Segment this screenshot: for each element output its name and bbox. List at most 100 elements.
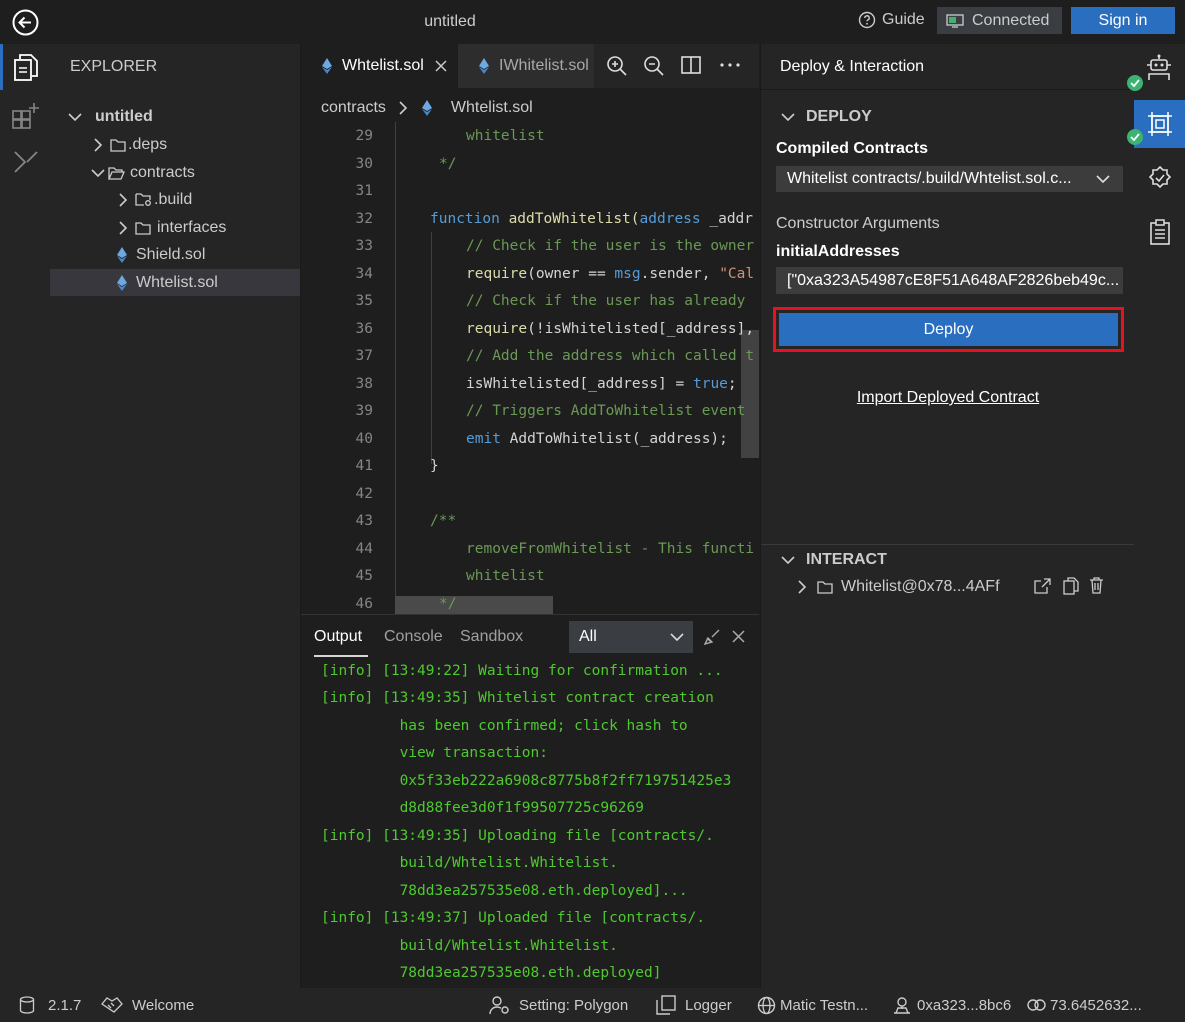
chevron-right-icon	[117, 192, 129, 208]
robot-icon[interactable]	[1146, 54, 1172, 82]
balance-item[interactable]: 73.6452632...	[1027, 988, 1142, 1022]
compiled-contracts-select[interactable]: Whitelist contracts/.build/Whtelist.sol.…	[776, 166, 1123, 192]
line-number: 39	[355, 402, 373, 419]
back-icon[interactable]	[12, 9, 39, 36]
code-line: 36 require(!isWhitelisted[_address],	[301, 315, 759, 342]
import-deployed-contract-link[interactable]: Import Deployed Contract	[761, 389, 1135, 407]
monitor-icon	[946, 13, 964, 28]
tab-console[interactable]: Console	[384, 628, 443, 646]
code-token: address	[639, 210, 701, 227]
source-control-icon[interactable]	[12, 148, 40, 176]
tree-item-build[interactable]: .build	[50, 186, 300, 213]
breadcrumb: contracts Whtelist.sol	[301, 96, 533, 120]
deploy-button[interactable]: Deploy	[779, 313, 1118, 346]
tree-item-shield[interactable]: Shield.sol	[50, 241, 300, 268]
code-line: 41}	[301, 452, 759, 479]
tree-item-whtelist[interactable]: Whtelist.sol	[50, 269, 300, 296]
initial-addresses-input[interactable]: ["0xa323A54987cE8F51A648AF2826beb49c...	[776, 267, 1123, 294]
code-line: 38 isWhitelisted[_address] = true;	[301, 370, 759, 397]
guide-button[interactable]: Guide	[858, 11, 925, 29]
tree-item-label: .deps	[128, 135, 168, 153]
chevron-down-icon	[780, 552, 796, 568]
argument-value: ["0xa323A54987cE8F51A648AF2826beb49c...	[787, 271, 1120, 289]
code-token: whitelist	[466, 567, 545, 584]
activity-bar	[0, 44, 50, 988]
deploy-section-label: DEPLOY	[806, 108, 872, 125]
tab-sandbox[interactable]: Sandbox	[460, 628, 523, 646]
setting-item[interactable]: Setting: Polygon	[489, 988, 628, 1022]
welcome-label: Welcome	[132, 996, 195, 1014]
code-token: function	[430, 210, 500, 227]
code-token: // Triggers AddToWhitelist event	[466, 402, 746, 419]
clipboard-icon[interactable]	[1149, 219, 1171, 245]
tree-item-deps[interactable]: .deps	[50, 131, 300, 158]
code-line: 34 require(owner == msg.sender, "Cal	[301, 260, 759, 287]
code-token: .sender,	[640, 265, 720, 282]
copy-icon[interactable]	[1063, 577, 1079, 595]
log-line: build/Whtelist.Whitelist.	[321, 938, 618, 954]
window-title: untitled	[424, 13, 476, 30]
tab-output[interactable]: Output	[314, 628, 362, 646]
welcome-item[interactable]: Welcome	[101, 988, 194, 1022]
folder-gear-icon	[135, 192, 152, 207]
account-item[interactable]: 0xa323...8bc6	[893, 988, 1011, 1022]
sign-in-button[interactable]: Sign in	[1071, 7, 1175, 34]
setting-label: Setting: Polygon	[519, 996, 629, 1014]
files-icon[interactable]	[13, 54, 39, 82]
breadcrumb-folder[interactable]: contracts	[321, 99, 386, 117]
transaction-hash-link[interactable]: 0x5f33eb222a6908c8775b8f2ff719751425e3	[321, 773, 732, 789]
code-line: 31	[301, 177, 759, 204]
extensions-icon[interactable]	[12, 102, 40, 130]
panel-title: Deploy & Interaction	[780, 58, 925, 75]
chevron-down-icon	[1095, 171, 1111, 187]
log-line: [info] [13:49:35] Uploading file [contra…	[321, 828, 714, 844]
version-item[interactable]: 2.1.7	[19, 988, 81, 1022]
breadcrumb-file[interactable]: Whtelist.sol	[451, 99, 533, 117]
code-line: 42	[301, 480, 759, 507]
code-token: }	[430, 457, 439, 474]
clear-output-icon[interactable]	[703, 628, 721, 646]
line-number: 37	[355, 347, 373, 364]
output-log[interactable]: [info] [13:49:22] Waiting for confirmati…	[301, 661, 759, 989]
tree-item-label: Whtelist.sol	[136, 273, 218, 291]
network-item[interactable]: Matic Testn...	[757, 988, 868, 1022]
chevron-down-icon	[67, 109, 83, 125]
code-token: isWhitelisted[_address] = true;	[466, 376, 737, 392]
ethereum-icon	[479, 58, 489, 74]
tab-label: IWhitelist.sol	[499, 57, 589, 74]
open-external-icon[interactable]	[1034, 578, 1051, 594]
log-line: [info] [13:49:35] Whitelist contract cre…	[321, 690, 714, 706]
connection-status[interactable]: Connected	[937, 7, 1062, 34]
line-number: 38	[355, 375, 373, 392]
output-filter-select[interactable]: All	[569, 621, 693, 653]
code-view[interactable]: 29 whitelist 30 */ 31 32 function addToWhit…	[301, 122, 759, 614]
zoom-in-icon[interactable]	[606, 55, 628, 77]
handshake-icon	[101, 996, 123, 1014]
tree-item-interfaces[interactable]: interfaces	[50, 214, 300, 241]
tree-item-contracts[interactable]: contracts	[50, 159, 300, 186]
tab-iwhitelist[interactable]: IWhitelist.sol	[458, 44, 594, 88]
interact-section-header[interactable]: INTERACT	[780, 551, 887, 569]
zoom-out-icon[interactable]	[643, 55, 665, 77]
explorer-header: EXPLORER	[70, 58, 158, 75]
trash-icon[interactable]	[1089, 577, 1104, 594]
line-number: 34	[355, 265, 373, 282]
deploy-section-header[interactable]: DEPLOY	[780, 108, 872, 126]
settings-gear-icon[interactable]	[1147, 165, 1173, 191]
close-tab-icon[interactable]	[434, 59, 448, 73]
more-actions-icon[interactable]	[719, 56, 741, 74]
close-panel-icon[interactable]	[731, 629, 746, 644]
tab-whtelist[interactable]: Whtelist.sol	[301, 44, 458, 88]
ethereum-icon	[421, 100, 432, 116]
line-number: 40	[355, 430, 373, 447]
code-token: isWhitelisted[_address] =	[466, 375, 693, 392]
contract-instance-label: Whitelist@0x78...4AFf	[841, 578, 1000, 595]
success-badge-icon	[1127, 129, 1143, 145]
log-line: 78dd3ea257535e08.eth.deployed]...	[321, 883, 688, 899]
line-number: 36	[355, 320, 373, 337]
explorer-panel: EXPLORER untitled .deps contracts .build…	[50, 44, 301, 988]
transaction-hash-link[interactable]: d8d88fee3d0f1f99507725c96269	[321, 800, 644, 816]
split-editor-icon[interactable]	[681, 56, 701, 74]
logger-item[interactable]: Logger	[656, 988, 732, 1022]
tree-root[interactable]: untitled	[50, 103, 300, 130]
